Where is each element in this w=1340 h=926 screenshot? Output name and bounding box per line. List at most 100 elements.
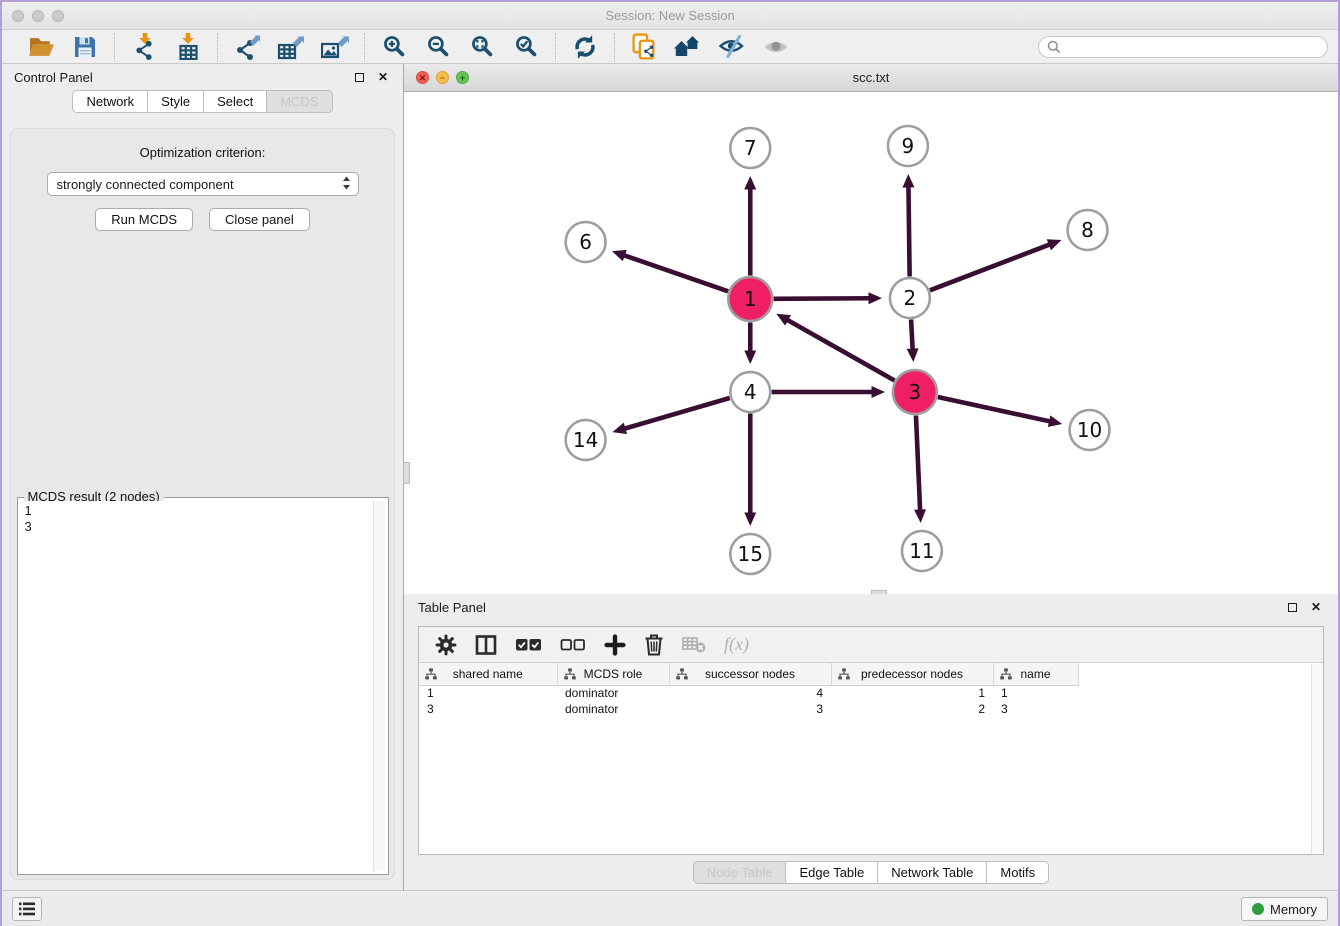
column-header-name[interactable]: name [993, 663, 1078, 685]
table-scrollbar[interactable] [1311, 664, 1323, 854]
graph-node-label-11: 11 [909, 539, 934, 563]
graph-edge-arrow [612, 250, 627, 261]
show-details-icon [761, 33, 791, 61]
run-mcds-button[interactable]: Run MCDS [95, 208, 193, 231]
import-network-icon[interactable] [129, 33, 159, 61]
mcds-panel: Optimization criterion: strongly connect… [10, 128, 395, 880]
zoom-selected-icon[interactable] [511, 33, 541, 61]
graph-edge-arrow [744, 351, 756, 365]
network-home-icon[interactable] [673, 33, 703, 61]
criterion-select-value: strongly connected component [57, 177, 341, 192]
graph-edge-3-10[interactable] [938, 397, 1053, 422]
column-header-successor-nodes[interactable]: successor nodes [669, 663, 831, 685]
table-cell[interactable]: 1 [419, 685, 557, 701]
optimization-criterion-label: Optimization criterion: [140, 145, 266, 160]
table-cell[interactable]: dominator [557, 685, 669, 701]
graph-edge-4-14[interactable] [622, 398, 730, 429]
graph-edge-arrow [1047, 239, 1062, 250]
float-panel-icon[interactable] [351, 69, 367, 85]
table-float-panel-icon[interactable] [1284, 599, 1300, 615]
split-panel-icon[interactable] [475, 631, 497, 659]
column-header-predecessor-nodes[interactable]: predecessor nodes [831, 663, 993, 685]
status-bar: Memory [2, 890, 1338, 926]
mcds-result-list[interactable]: 1 3 [21, 501, 373, 871]
select-spinner-icon [341, 175, 352, 194]
tab-network[interactable]: Network [72, 90, 148, 113]
copy-style-icon[interactable] [629, 33, 659, 61]
graph-node-label-2: 2 [904, 286, 917, 310]
search-input[interactable] [1038, 36, 1328, 58]
graph-node-label-4: 4 [744, 380, 757, 404]
app-titlebar: Session: New Session [2, 2, 1338, 30]
table-cell[interactable]: 1 [831, 685, 993, 701]
select-all-columns-icon[interactable] [515, 631, 542, 659]
column-header-label: predecessor nodes [861, 667, 963, 681]
graph-edge-2-8[interactable] [930, 244, 1052, 291]
zoom-out-icon[interactable] [423, 33, 453, 61]
graph-edge-arrow [871, 386, 884, 398]
add-column-icon[interactable] [604, 631, 626, 659]
tab-network-table[interactable]: Network Table [878, 861, 987, 884]
panel-divider-grip[interactable] [403, 462, 410, 484]
table-row[interactable]: 1dominator411 [419, 685, 1078, 701]
table-cell[interactable]: 1 [993, 685, 1078, 701]
delete-table-icon [682, 631, 706, 659]
main-area: Control Panel ✕ NetworkStyleSelectMCDS O… [2, 64, 1338, 890]
tab-node-table[interactable]: Node Table [693, 861, 787, 884]
control-panel-title: Control Panel [14, 70, 93, 85]
column-header-label: MCDS role [584, 667, 643, 681]
column-header-shared-name[interactable]: shared name [419, 663, 557, 685]
tab-mcds[interactable]: MCDS [267, 90, 332, 113]
export-network-icon[interactable] [232, 33, 262, 61]
export-table-icon[interactable] [276, 33, 306, 61]
control-panel-header: Control Panel ✕ [2, 64, 403, 90]
import-table-icon[interactable] [173, 33, 203, 61]
graph-node-label-10: 10 [1077, 418, 1102, 442]
close-panel-button[interactable]: Close panel [209, 208, 310, 231]
delete-column-icon[interactable] [644, 631, 664, 659]
table-cell[interactable]: 3 [993, 701, 1078, 717]
memory-button[interactable]: Memory [1241, 897, 1328, 921]
table-cell[interactable]: 3 [419, 701, 557, 717]
column-header-label: successor nodes [705, 667, 795, 681]
graph-edge-arrow [902, 174, 914, 188]
network-canvas[interactable]: 7968124314101511 [404, 92, 1338, 594]
search-container [1038, 36, 1328, 58]
graph-edge-2-3[interactable] [911, 319, 913, 352]
hide-details-icon[interactable] [717, 33, 747, 61]
control-panel-tabs: NetworkStyleSelectMCDS [2, 90, 403, 113]
graph-edge-arrow [914, 509, 926, 523]
unselect-all-columns-icon[interactable] [560, 631, 586, 659]
open-file-icon[interactable] [26, 33, 56, 61]
criterion-select[interactable]: strongly connected component [47, 172, 359, 196]
attribute-icon [1000, 668, 1012, 683]
graph-edge-1-6[interactable] [621, 254, 728, 291]
tab-select[interactable]: Select [204, 90, 267, 113]
tab-edge-table[interactable]: Edge Table [786, 861, 878, 884]
table-cell[interactable]: 4 [669, 685, 831, 701]
tab-motifs[interactable]: Motifs [987, 861, 1049, 884]
table-panel-title: Table Panel [418, 600, 486, 615]
save-session-icon[interactable] [70, 33, 100, 61]
refresh-icon[interactable] [570, 33, 600, 61]
node-table-container: f(x) shared nameMCDS rolesuccessor nodes… [418, 626, 1324, 855]
table-cell[interactable]: 3 [669, 701, 831, 717]
graph-edge-2-9[interactable] [908, 184, 909, 277]
table-cell[interactable]: 2 [831, 701, 993, 717]
table-row[interactable]: 3dominator323 [419, 701, 1078, 717]
close-panel-icon[interactable]: ✕ [375, 69, 391, 85]
network-graph[interactable]: 7968124314101511 [404, 92, 1338, 594]
task-history-button[interactable] [12, 897, 42, 921]
table-close-panel-icon[interactable]: ✕ [1308, 599, 1324, 615]
settings-gear-icon[interactable] [435, 631, 457, 659]
zoom-fit-icon[interactable] [467, 33, 497, 61]
export-image-icon[interactable] [320, 33, 350, 61]
zoom-in-icon[interactable] [379, 33, 409, 61]
graph-edge-3-11[interactable] [916, 415, 920, 513]
mcds-result-scrollbar[interactable] [373, 501, 385, 871]
table-cell[interactable]: dominator [557, 701, 669, 717]
graph-edge-3-1[interactable] [785, 319, 894, 381]
graph-edge-1-2[interactable] [774, 298, 872, 299]
column-header-MCDS-role[interactable]: MCDS role [557, 663, 669, 685]
tab-style[interactable]: Style [148, 90, 204, 113]
